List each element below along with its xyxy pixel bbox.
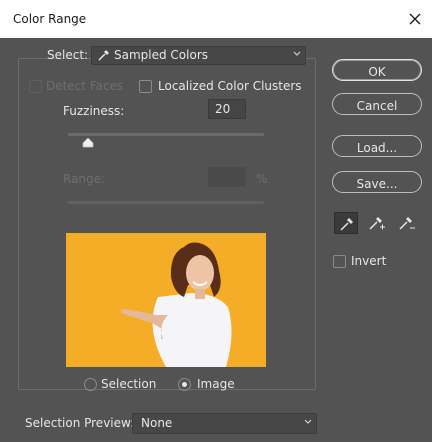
range-input[interactable] — [208, 167, 246, 187]
ok-button[interactable]: OK — [332, 59, 422, 81]
detect-faces-checkbox[interactable] — [29, 80, 42, 93]
selection-preview-label: Selection Preview: — [25, 416, 135, 430]
fuzziness-input[interactable] — [208, 99, 246, 119]
save-button[interactable]: Save... — [332, 171, 422, 193]
chevron-down-icon — [293, 51, 301, 56]
image-radio[interactable] — [178, 378, 191, 391]
fuzziness-slider-track[interactable] — [68, 133, 264, 136]
selection-radio[interactable] — [84, 378, 97, 391]
close-button[interactable] — [404, 8, 426, 30]
image-radio-label: Image — [197, 377, 235, 391]
invert-checkbox[interactable] — [333, 255, 346, 268]
detect-faces-label: Detect Faces — [46, 79, 124, 93]
selection-radio-label: Selection — [101, 377, 157, 391]
range-label: Range: — [63, 172, 106, 186]
select-dropdown[interactable]: Sampled Colors — [91, 46, 306, 65]
window-title: Color Range — [13, 12, 87, 26]
close-icon — [409, 13, 421, 25]
selection-preview-dropdown[interactable]: None — [132, 413, 317, 434]
eyedropper-icon — [340, 218, 353, 231]
localized-clusters-label: Localized Color Clusters — [158, 79, 302, 93]
load-button[interactable]: Load... — [332, 135, 422, 157]
eyedropper-add-button[interactable] — [364, 212, 388, 234]
eyedropper-minus-icon — [399, 217, 415, 230]
chevron-down-icon — [304, 419, 312, 424]
select-label: Select: — [47, 48, 89, 62]
selection-preview-value: None — [141, 416, 173, 430]
fuzziness-slider-thumb[interactable] — [82, 138, 94, 148]
range-slider-track[interactable] — [68, 201, 264, 204]
woman-pointing-photo — [66, 233, 266, 367]
eyedropper-plus-icon — [369, 217, 385, 230]
preview-image — [66, 233, 266, 367]
fuzziness-label: Fuzziness: — [63, 104, 125, 118]
title-bar: Color Range — [0, 0, 432, 38]
select-value: Sampled Colors — [114, 48, 209, 62]
eyedropper-tool-button[interactable] — [334, 212, 358, 234]
invert-label: Invert — [351, 254, 387, 268]
eyedropper-icon — [98, 50, 109, 61]
cancel-button[interactable]: Cancel — [332, 93, 422, 115]
range-unit: % — [256, 172, 268, 186]
localized-clusters-checkbox[interactable] — [139, 80, 152, 93]
eyedropper-subtract-button[interactable] — [394, 212, 418, 234]
